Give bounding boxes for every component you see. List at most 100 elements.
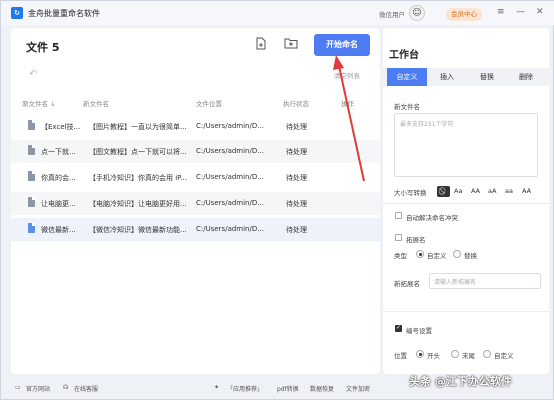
add-folder-icon[interactable] bbox=[284, 37, 298, 52]
original-name: 你真的会... bbox=[41, 174, 76, 182]
table-row[interactable]: 【Excel技... 【图片教程】一直以为很简单... C:/Users/adm… bbox=[11, 115, 380, 138]
auto-conflict-label: 自动解决命名冲突 bbox=[406, 214, 458, 222]
file-icon bbox=[28, 197, 35, 207]
file-location: C:/Users/admin/D... bbox=[196, 225, 264, 233]
file-location: C:/Users/admin/D... bbox=[196, 173, 264, 181]
type-custom-label: 自定义 bbox=[427, 252, 447, 260]
app-logo-icon: ↻ bbox=[11, 7, 23, 19]
col-action: 操作 bbox=[341, 100, 354, 108]
tab-custom[interactable]: 自定义 bbox=[387, 68, 427, 86]
file-encrypt-link[interactable]: 文件加密 bbox=[346, 384, 370, 393]
table-row[interactable]: 点一下就... 【图文教程】点一下就可以将... C:/Users/admin/… bbox=[11, 140, 380, 163]
clear-list-button[interactable]: 清空列表 bbox=[334, 70, 360, 80]
status: 待处理 bbox=[286, 200, 307, 208]
col-location: 文件位置 bbox=[196, 100, 222, 108]
new-ext-input[interactable]: 请输入新拓展名 bbox=[429, 273, 541, 289]
new-name: 【电脑冷知识】让电脑更好用... bbox=[89, 200, 187, 208]
tab-insert[interactable]: 插入 bbox=[427, 68, 467, 86]
case-option[interactable]: aA bbox=[488, 186, 496, 197]
divider bbox=[383, 203, 549, 204]
website-icon[interactable]: ▭ bbox=[15, 384, 21, 391]
minimize-icon[interactable]: — bbox=[516, 7, 525, 17]
app-recommend-icon: ✦ bbox=[214, 384, 220, 391]
files-title: 文件 5 bbox=[26, 41, 60, 54]
case-option[interactable]: AA bbox=[471, 186, 480, 197]
original-name: 【Excel技... bbox=[41, 123, 81, 131]
data-recovery-link[interactable]: 数据恢复 bbox=[310, 384, 334, 393]
user-name[interactable]: 微信用户 bbox=[379, 9, 405, 19]
original-name: 让电脑更... bbox=[41, 200, 76, 208]
new-name: 【图文教程】点一下就可以将... bbox=[89, 148, 187, 156]
app-recommend-link[interactable]: 「应用推荐」 bbox=[227, 384, 263, 393]
col-new-name: 新文件名 bbox=[83, 100, 109, 108]
original-name: 微信最新... bbox=[41, 226, 76, 234]
numbering-checkbox[interactable] bbox=[395, 324, 402, 332]
file-icon bbox=[28, 145, 35, 155]
case-options: ⃠ Aa AA aA aa AA bbox=[437, 186, 547, 198]
menu-icon[interactable]: ≡ bbox=[497, 7, 505, 17]
undo-icon[interactable]: ↶ bbox=[29, 69, 37, 80]
case-option[interactable]: Aa bbox=[454, 186, 462, 197]
start-rename-button[interactable]: 开始命名 bbox=[314, 34, 370, 56]
position-start-radio[interactable] bbox=[416, 350, 424, 358]
avatar[interactable]: ☺ bbox=[409, 5, 425, 21]
new-ext-label: 新拓展名 bbox=[394, 280, 420, 288]
file-location: C:/Users/admin/D... bbox=[196, 122, 264, 130]
type-replace-radio[interactable] bbox=[453, 250, 461, 258]
website-link[interactable]: 官方网站 bbox=[26, 384, 50, 393]
watermark: 头条 @江下办公软件 bbox=[409, 375, 512, 388]
file-icon bbox=[28, 171, 35, 181]
col-status: 执行状态 bbox=[283, 100, 309, 108]
new-name: 【图片教程】一直以为很简单... bbox=[89, 123, 187, 131]
new-name-label: 新文件名 bbox=[394, 103, 420, 111]
workspace-panel: 工作台 自定义 插入 替换 删除 新文件名 最多支持231个字符 大小写转换 ⃠… bbox=[383, 28, 549, 374]
file-location: C:/Users/admin/D... bbox=[196, 147, 264, 155]
position-custom-label: 自定义 bbox=[494, 352, 514, 360]
new-name: 【手机冷知识】你真的会用 iP... bbox=[89, 174, 187, 182]
title-bar: ↻ 金舟批量重命名软件 微信用户 ☺ 会员中心 ≡ — ✕ bbox=[1, 1, 554, 25]
type-custom-radio[interactable] bbox=[416, 250, 424, 258]
file-panel: 文件 5 开始命名 ↶ 清空列表 原文件名 ↓ 新文件名 文件位置 执行状态 操… bbox=[11, 28, 380, 374]
position-end-label: 末尾 bbox=[462, 352, 475, 360]
add-file-icon[interactable] bbox=[255, 37, 267, 53]
numbering-label: 编号设置 bbox=[406, 327, 432, 335]
table-row[interactable]: 你真的会... 【手机冷知识】你真的会用 iP... C:/Users/admi… bbox=[11, 166, 380, 189]
tab-delete[interactable]: 删除 bbox=[506, 68, 546, 86]
position-start-label: 开头 bbox=[427, 352, 440, 360]
workspace-title: 工作台 bbox=[389, 50, 419, 61]
case-none-option[interactable]: ⃠ bbox=[437, 186, 450, 197]
member-center-button[interactable]: 会员中心 bbox=[446, 8, 482, 21]
type-label: 类型 bbox=[394, 252, 407, 260]
position-label: 位置 bbox=[394, 352, 407, 360]
file-location: C:/Users/admin/D... bbox=[196, 199, 264, 207]
extension-checkbox[interactable] bbox=[395, 234, 402, 241]
table-row[interactable]: 让电脑更... 【电脑冷知识】让电脑更好用... C:/Users/admin/… bbox=[11, 192, 380, 215]
app-title: 金舟批量重命名软件 bbox=[28, 9, 100, 18]
pdf-convert-link[interactable]: pdf转换 bbox=[277, 384, 299, 393]
headset-icon[interactable]: ☊ bbox=[63, 384, 68, 391]
new-name-input[interactable]: 最多支持231个字符 bbox=[394, 113, 538, 177]
extension-label: 拓展名 bbox=[406, 236, 426, 244]
position-end-radio[interactable] bbox=[451, 350, 459, 358]
case-option[interactable]: aa bbox=[505, 186, 513, 197]
auto-conflict-checkbox[interactable] bbox=[395, 212, 402, 219]
divider bbox=[383, 311, 549, 312]
table-row[interactable]: 微信最新... 【微信冷知识】微信最新功能... C:/Users/admin/… bbox=[11, 218, 380, 241]
service-link[interactable]: 在线客服 bbox=[74, 384, 98, 393]
position-custom-radio[interactable] bbox=[483, 350, 491, 358]
status: 待处理 bbox=[286, 123, 307, 131]
type-replace-label: 替换 bbox=[464, 252, 477, 260]
col-original-name[interactable]: 原文件名 ↓ bbox=[22, 98, 56, 108]
status: 待处理 bbox=[286, 148, 307, 156]
workspace-tabs: 自定义 插入 替换 删除 bbox=[383, 68, 549, 86]
new-name: 【微信冷知识】微信最新功能... bbox=[89, 226, 187, 234]
app-window: ↻ 金舟批量重命名软件 微信用户 ☺ 会员中心 ≡ — ✕ 文件 5 开始命名 … bbox=[0, 0, 554, 400]
status: 待处理 bbox=[286, 226, 307, 234]
tab-replace[interactable]: 替换 bbox=[467, 68, 507, 86]
file-icon bbox=[28, 120, 35, 130]
status: 待处理 bbox=[286, 174, 307, 182]
case-option[interactable]: AA bbox=[522, 186, 531, 197]
case-label: 大小写转换 bbox=[394, 189, 427, 197]
close-icon[interactable]: ✕ bbox=[536, 7, 544, 17]
file-icon bbox=[28, 223, 35, 233]
